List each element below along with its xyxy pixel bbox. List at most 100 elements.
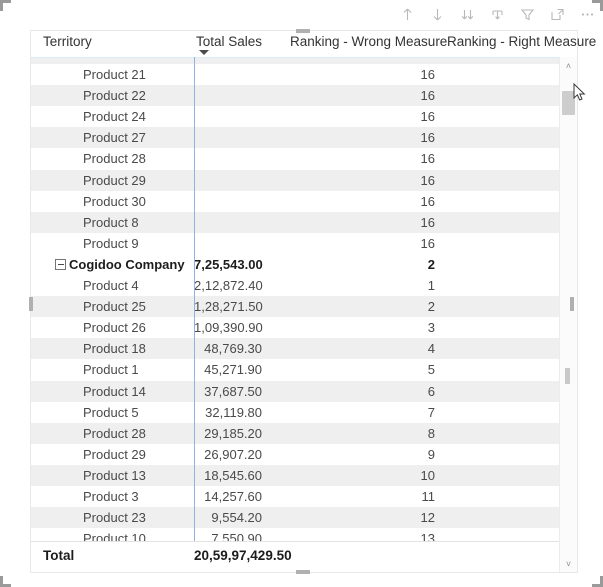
cell-total-sales: 1,28,271.50 — [194, 299, 263, 315]
table-row[interactable]: Product 4 2,12,872.40 11 — [31, 275, 559, 297]
cell-total-sales: 14,257.60 — [204, 488, 262, 504]
resize-handle-right[interactable] — [570, 297, 574, 311]
cell-ranking-wrong-measure: 16 — [420, 88, 435, 104]
cell-ranking-wrong-measure: 3 — [427, 320, 435, 336]
cell-ranking-right-measure: 10 — [441, 465, 559, 486]
cell-ranking-wrong-measure: 16 — [420, 235, 435, 251]
table-row[interactable]: Product 1 45,271.90 55 — [31, 359, 559, 381]
table-row[interactable]: Product 10 7,550.90 13 13 — [31, 528, 559, 542]
cell-total-sales: 45,271.90 — [204, 362, 262, 378]
column-header-total-sales[interactable]: Total Sales — [196, 34, 262, 49]
table-row[interactable]: Product 21 16 16 — [31, 64, 559, 86]
cell-total-sales: 48,769.30 — [204, 341, 262, 357]
scroll-up-arrow-icon[interactable]: ˄ — [560, 57, 577, 74]
cell-territory: Product 25 — [83, 299, 146, 315]
cell-ranking-wrong-measure: 16 — [420, 130, 435, 146]
drill-up-icon[interactable] — [399, 6, 415, 22]
table-row[interactable]: Product 20 16 16 — [31, 57, 559, 65]
cell-territory: Product 28 — [83, 425, 146, 441]
cell-ranking-wrong-measure: 12 — [420, 510, 435, 526]
cell-total-sales: 37,687.50 — [204, 383, 262, 399]
cell-ranking-wrong-measure: 16 — [420, 109, 435, 125]
cell-total-sales: 18,545.60 — [204, 467, 262, 483]
table-row[interactable]: Product 24 16 16 — [31, 106, 559, 128]
matrix-row-list: Product 201616Product 211616Product 2216… — [31, 57, 559, 542]
cell-ranking-wrong-measure: 6 — [427, 383, 435, 399]
drill-down-icon[interactable] — [429, 6, 445, 22]
table-row[interactable]: Product 14 37,687.50 66 — [31, 380, 559, 402]
resize-handle-left[interactable] — [29, 297, 33, 311]
resize-handle-top-right[interactable] — [0, 11, 11, 22]
more-options-icon[interactable] — [579, 6, 595, 22]
cell-territory: Cogidoo Company — [69, 256, 185, 272]
cell-territory: Product 1 — [83, 362, 139, 378]
total-row-total-sales: 20,59,97,429.50 — [194, 548, 292, 563]
table-row[interactable]: Product 23 9,554.20 12 12 — [31, 507, 559, 529]
table-row[interactable]: Product 5 32,119.80 77 — [31, 401, 559, 423]
cell-ranking-right-measure: 16 — [441, 233, 559, 254]
cell-ranking-right-measure: 6 — [441, 381, 559, 402]
cell-territory: Product 26 — [83, 320, 146, 336]
table-row[interactable]: Product 30 16 16 — [31, 190, 559, 212]
cell-ranking-right-measure: 16 — [441, 148, 559, 169]
focus-mode-icon[interactable] — [549, 6, 565, 22]
drill-on-hierarchy-icon[interactable] — [489, 6, 505, 22]
cell-ranking-right-measure: 2 — [441, 296, 559, 317]
cell-ranking-right-measure: 16 — [441, 170, 559, 191]
table-row[interactable]: Product 9 16 16 — [31, 232, 559, 254]
resize-handle-bottom-right[interactable] — [0, 33, 11, 44]
cell-ranking-right-measure: 4 — [441, 338, 559, 359]
cell-territory: Product 9 — [83, 235, 139, 251]
cell-ranking-wrong-measure: 2 — [427, 299, 435, 315]
cell-territory: Product 24 — [83, 109, 146, 125]
cell-ranking-right-measure: 11 — [441, 486, 559, 507]
table-row[interactable]: Product 26 1,09,390.90 33 — [31, 317, 559, 339]
cell-territory: Product 10 — [83, 531, 146, 542]
expand-all-icon[interactable] — [459, 6, 475, 22]
cell-ranking-right-measure: 3 — [441, 317, 559, 338]
resize-handle-bottom[interactable] — [296, 570, 310, 574]
cell-ranking-wrong-measure: 16 — [420, 67, 435, 83]
vertical-scrollbar[interactable]: ˄ ˅ — [559, 57, 577, 572]
cell-ranking-right-measure: 16 — [441, 85, 559, 106]
table-row[interactable]: Product 8 16 16 — [31, 211, 559, 233]
table-row[interactable]: Product 25 1,28,271.50 22 — [31, 296, 559, 318]
column-header-ranking-right-measure[interactable]: Ranking - Right Measure — [447, 34, 596, 49]
scroll-down-arrow-icon[interactable]: ˅ — [560, 555, 577, 572]
cell-ranking-right-measure: 16 — [441, 106, 559, 127]
cell-ranking-wrong-measure: 11 — [421, 488, 436, 504]
scrollbar-thumb[interactable] — [562, 91, 575, 115]
resize-handle-bottom-left[interactable] — [0, 22, 11, 33]
resize-handle-top[interactable] — [296, 29, 310, 33]
table-row[interactable]: Product 13 18,545.60 10 10 — [31, 464, 559, 486]
table-row[interactable]: Product 29 16 16 — [31, 169, 559, 191]
cell-territory: Product 14 — [83, 383, 146, 399]
table-row[interactable]: Product 29 26,907.20 99 — [31, 443, 559, 465]
matrix-group-row[interactable]: Cogidoo Company 7,25,543.00 22 — [31, 253, 559, 276]
table-row[interactable]: Product 27 16 16 — [31, 127, 559, 149]
cell-total-sales: 7,550.90 — [211, 531, 262, 542]
cell-total-sales: 26,907.20 — [204, 446, 262, 462]
cell-ranking-wrong-measure: 16 — [420, 172, 435, 188]
total-row-label: Total — [43, 548, 75, 563]
column-header-territory[interactable]: Territory — [43, 34, 92, 49]
table-row[interactable]: Product 28 29,185.20 88 — [31, 422, 559, 444]
cell-ranking-wrong-measure: 9 — [427, 446, 435, 462]
column-header-ranking-wrong-measure[interactable]: Ranking - Wrong Measure — [290, 34, 447, 49]
table-row[interactable]: Product 18 48,769.30 44 — [31, 338, 559, 360]
cell-territory: Product 20 — [31, 57, 194, 64]
cell-ranking-wrong-measure: 16 — [281, 57, 435, 64]
cell-territory: Product 8 — [83, 214, 139, 230]
power-bi-matrix-visual-screenshot: Territory Total Sales Ranking - Wrong Me… — [0, 0, 603, 587]
matrix-body: Product 201616Product 211616Product 2216… — [31, 57, 559, 542]
table-row[interactable]: Product 22 16 16 — [31, 85, 559, 107]
cell-ranking-right-measure: 7 — [441, 402, 559, 423]
filter-icon[interactable] — [519, 6, 535, 22]
cell-ranking-right-measure: 8 — [441, 423, 559, 444]
cell-territory: Product 3 — [83, 488, 139, 504]
table-row[interactable]: Product 3 14,257.60 11 11 — [31, 485, 559, 508]
cell-territory: Product 4 — [83, 278, 139, 294]
resize-handle-top-left[interactable] — [0, 0, 11, 11]
cell-ranking-wrong-measure: 7 — [427, 404, 435, 420]
table-row[interactable]: Product 28 16 16 — [31, 148, 559, 170]
